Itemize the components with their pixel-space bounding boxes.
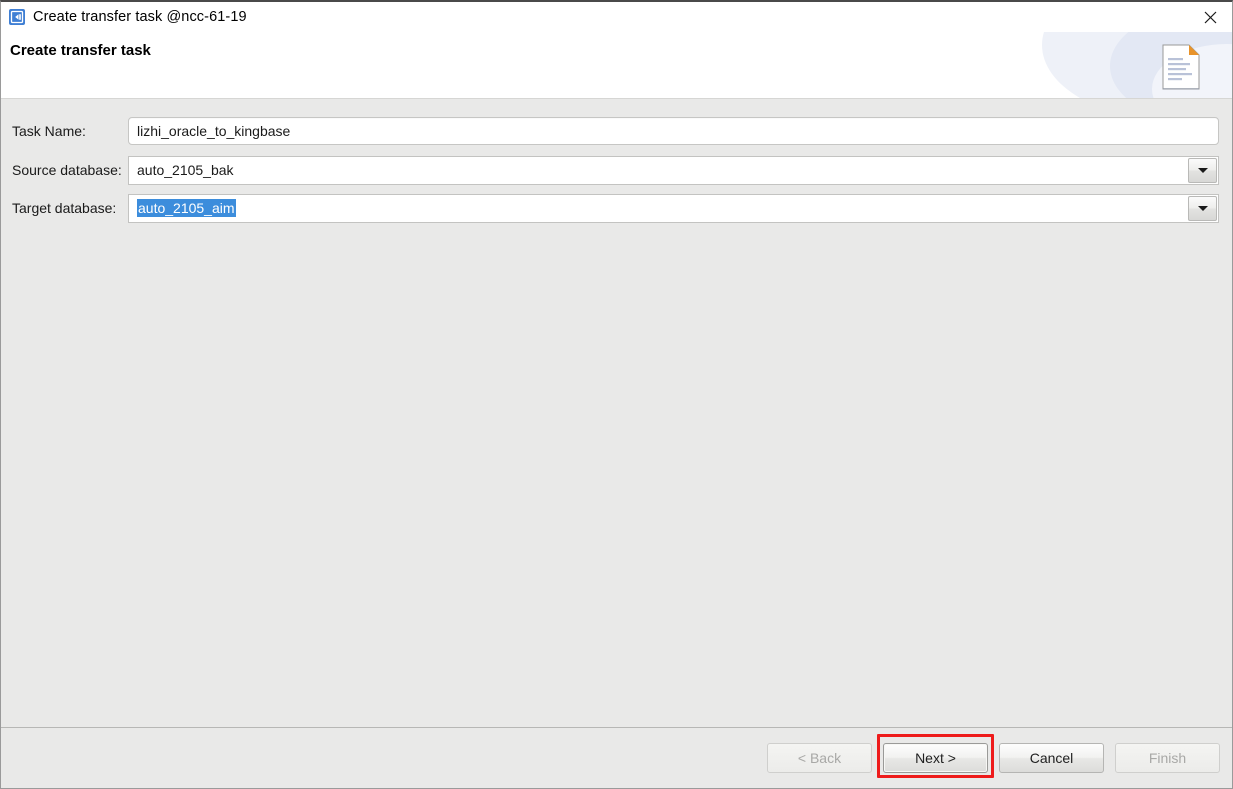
next-button-group: Next > [872, 734, 994, 778]
document-page-icon [1162, 44, 1200, 90]
header-graphic [1012, 32, 1232, 98]
next-button[interactable]: Next > [883, 743, 988, 773]
chevron-down-icon[interactable] [1188, 157, 1217, 183]
back-button[interactable]: < Back [767, 743, 872, 773]
task-name-label: Task Name: [12, 123, 86, 139]
window-title: Create transfer task @ncc-61-19 [33, 9, 247, 25]
form-row-task-name: Task Name: lizhi_oracle_to_kingbase [1, 117, 1232, 145]
wizard-header: Create transfer task [1, 32, 1232, 98]
transfer-app-icon [9, 9, 25, 25]
form-row-source-database: Source database: auto_2105_bak [1, 155, 1232, 185]
create-transfer-task-dialog: Create transfer task @ncc-61-19 Create t… [0, 0, 1233, 789]
form-row-target-database: Target database: auto_2105_aim [1, 193, 1232, 223]
title-bar: Create transfer task @ncc-61-19 [1, 2, 1232, 32]
target-database-input[interactable]: auto_2105_aim [129, 194, 1187, 222]
close-icon[interactable] [1188, 2, 1232, 32]
finish-button[interactable]: Finish [1115, 743, 1220, 773]
target-database-label: Target database: [12, 200, 117, 216]
source-database-combobox[interactable]: auto_2105_bak [128, 155, 1219, 185]
source-database-input[interactable]: auto_2105_bak [129, 156, 1187, 184]
target-database-value: auto_2105_aim [137, 199, 236, 217]
task-name-value: lizhi_oracle_to_kingbase [137, 123, 291, 139]
cancel-button[interactable]: Cancel [999, 743, 1104, 773]
task-name-input[interactable]: lizhi_oracle_to_kingbase [128, 117, 1219, 145]
target-database-combobox[interactable]: auto_2105_aim [128, 193, 1219, 223]
chevron-down-icon[interactable] [1188, 195, 1217, 221]
source-database-label: Source database: [12, 162, 122, 178]
form-body: Task Name: lizhi_oracle_to_kingbase Sour… [1, 99, 1232, 727]
source-database-value: auto_2105_bak [137, 162, 234, 178]
wizard-footer: < Back Next > Cancel Finish [1, 728, 1232, 788]
page-title: Create transfer task [10, 42, 151, 59]
